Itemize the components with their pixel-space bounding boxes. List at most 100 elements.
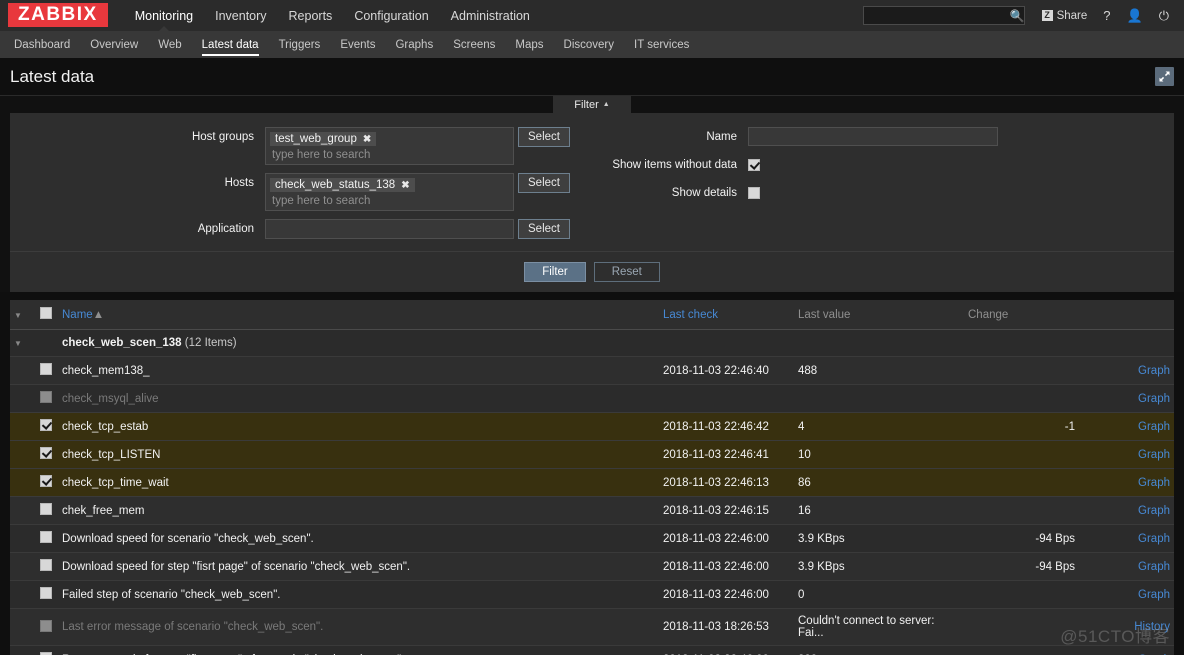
row-action-cell[interactable]: Graph <box>1079 645 1174 655</box>
table-row[interactable]: Last error message of scenario "check_we… <box>10 608 1174 646</box>
remove-tag-icon[interactable]: ✖ <box>363 134 371 145</box>
hosts-select-button[interactable]: Select <box>518 173 570 193</box>
global-search-box[interactable]: 🔍 <box>862 6 1025 25</box>
subnav-item-latest-data[interactable]: Latest data <box>192 31 269 58</box>
row-checkbox[interactable] <box>40 475 52 487</box>
row-action-cell[interactable]: Graph <box>1079 440 1174 469</box>
chevron-down-icon[interactable]: ▼ <box>14 339 22 348</box>
row-action-cell[interactable]: Graph <box>1079 496 1174 525</box>
table-row[interactable]: check_tcp_LISTEN 2018-11-03 22:46:41 10 … <box>10 440 1174 469</box>
host-tag[interactable]: check_web_status_138 ✖ <box>270 178 415 192</box>
application-select-button[interactable]: Select <box>518 219 570 239</box>
row-action-cell[interactable]: Graph <box>1079 356 1174 385</box>
show-details-checkbox[interactable] <box>748 187 760 199</box>
column-header-last-check[interactable]: Last check <box>659 300 794 330</box>
host-group-tag[interactable]: test_web_group ✖ <box>270 132 377 146</box>
host-groups-select-button[interactable]: Select <box>518 127 570 147</box>
group-host-name[interactable]: check_web_scen_138 <box>62 337 182 349</box>
hosts-multiselect[interactable]: check_web_status_138 ✖ type here to sear… <box>265 173 514 211</box>
item-name[interactable]: Download speed for scenario "check_web_s… <box>62 533 314 545</box>
item-name[interactable]: Failed step of scenario "check_web_scen"… <box>62 589 280 601</box>
item-name[interactable]: Last error message of scenario "check_we… <box>62 621 323 633</box>
group-collapse-cell[interactable]: ▼ <box>10 329 36 357</box>
search-input[interactable] <box>867 9 1010 22</box>
table-row[interactable]: Response code for step "fisrt page" of s… <box>10 645 1174 655</box>
graph-link[interactable]: Graph <box>1138 365 1170 377</box>
row-checkbox-cell[interactable] <box>36 524 58 553</box>
filter-reset-button[interactable]: Reset <box>593 262 660 282</box>
graph-link[interactable]: Graph <box>1138 449 1170 461</box>
menu-item-reports[interactable]: Reports <box>278 0 344 31</box>
row-checkbox-cell[interactable] <box>36 468 58 497</box>
fullscreen-icon[interactable] <box>1155 67 1174 86</box>
item-name[interactable]: check_mem138_ <box>62 365 150 377</box>
row-action-cell[interactable]: Graph <box>1079 580 1174 609</box>
row-action-cell[interactable]: Graph <box>1079 524 1174 553</box>
hosts-placeholder[interactable]: type here to search <box>270 194 509 208</box>
zabbix-logo[interactable]: ZABBIX <box>8 3 108 27</box>
collapse-all-header[interactable]: ▼ <box>10 300 36 330</box>
subnav-item-discovery[interactable]: Discovery <box>554 31 624 58</box>
user-profile-button[interactable]: 👤 <box>1120 0 1150 31</box>
table-row[interactable]: check_tcp_time_wait 2018-11-03 22:46:13 … <box>10 468 1174 497</box>
column-last-check-link[interactable]: Last check <box>663 309 718 321</box>
item-name[interactable]: check_tcp_estab <box>62 421 148 433</box>
item-name[interactable]: chek_free_mem <box>62 505 144 517</box>
row-checkbox[interactable] <box>40 531 52 543</box>
history-link[interactable]: History <box>1134 621 1170 633</box>
subnav-item-screens[interactable]: Screens <box>443 31 505 58</box>
row-action-cell[interactable]: Graph <box>1079 552 1174 581</box>
show-items-without-data-checkbox[interactable] <box>748 159 760 171</box>
menu-item-administration[interactable]: Administration <box>440 0 541 31</box>
menu-item-configuration[interactable]: Configuration <box>343 0 439 31</box>
row-checkbox-cell[interactable] <box>36 580 58 609</box>
table-row[interactable]: Download speed for step "fisrt page" of … <box>10 552 1174 581</box>
row-action-cell[interactable]: Graph <box>1079 468 1174 497</box>
row-checkbox-cell[interactable] <box>36 440 58 469</box>
host-groups-multiselect[interactable]: test_web_group ✖ type here to search <box>265 127 514 165</box>
item-name[interactable]: check_tcp_time_wait <box>62 477 169 489</box>
subnav-item-it-services[interactable]: IT services <box>624 31 699 58</box>
remove-tag-icon[interactable]: ✖ <box>401 180 409 191</box>
subnav-item-graphs[interactable]: Graphs <box>385 31 443 58</box>
application-input[interactable] <box>265 219 514 239</box>
item-name[interactable]: check_tcp_LISTEN <box>62 449 160 461</box>
row-checkbox[interactable] <box>40 391 52 403</box>
sign-out-button[interactable]: ⏻ <box>1152 0 1176 31</box>
row-action-cell[interactable]: Graph <box>1079 412 1174 441</box>
graph-link[interactable]: Graph <box>1138 393 1170 405</box>
table-row[interactable]: chek_free_mem 2018-11-03 22:46:15 16 Gra… <box>10 496 1174 525</box>
menu-item-inventory[interactable]: Inventory <box>204 0 277 31</box>
table-row[interactable]: check_msyql_alive Graph <box>10 384 1174 413</box>
row-checkbox[interactable] <box>40 587 52 599</box>
column-name-link[interactable]: Name <box>62 309 93 321</box>
graph-link[interactable]: Graph <box>1138 421 1170 433</box>
row-checkbox[interactable] <box>40 419 52 431</box>
graph-link[interactable]: Graph <box>1138 589 1170 601</box>
row-checkbox-cell[interactable] <box>36 412 58 441</box>
row-action-cell[interactable]: Graph <box>1079 384 1174 413</box>
row-checkbox[interactable] <box>40 619 52 632</box>
graph-link[interactable]: Graph <box>1138 533 1170 545</box>
item-name[interactable]: Download speed for step "fisrt page" of … <box>62 561 410 573</box>
subnav-item-maps[interactable]: Maps <box>505 31 553 58</box>
filter-apply-button[interactable]: Filter <box>524 262 586 282</box>
subnav-item-web[interactable]: Web <box>148 31 191 58</box>
name-input[interactable] <box>748 127 998 146</box>
graph-link[interactable]: Graph <box>1138 477 1170 489</box>
share-button[interactable]: Z Share <box>1035 0 1095 31</box>
row-action-cell[interactable]: History <box>1079 608 1174 646</box>
row-checkbox[interactable] <box>40 559 52 571</box>
host-groups-placeholder[interactable]: type here to search <box>270 148 509 162</box>
graph-link[interactable]: Graph <box>1138 561 1170 573</box>
table-row[interactable]: Failed step of scenario "check_web_scen"… <box>10 580 1174 609</box>
table-row[interactable]: check_tcp_estab 2018-11-03 22:46:42 4 -1… <box>10 412 1174 441</box>
select-all-checkbox[interactable] <box>40 307 52 319</box>
column-header-name[interactable]: Name▲ <box>58 300 659 330</box>
chevron-down-icon[interactable]: ▼ <box>14 311 22 320</box>
graph-link[interactable]: Graph <box>1138 505 1170 517</box>
row-checkbox-cell[interactable] <box>36 645 58 655</box>
row-checkbox-cell[interactable] <box>36 552 58 581</box>
filter-toggle-tab[interactable]: Filter ▲ <box>553 96 631 113</box>
row-checkbox[interactable] <box>40 363 52 375</box>
